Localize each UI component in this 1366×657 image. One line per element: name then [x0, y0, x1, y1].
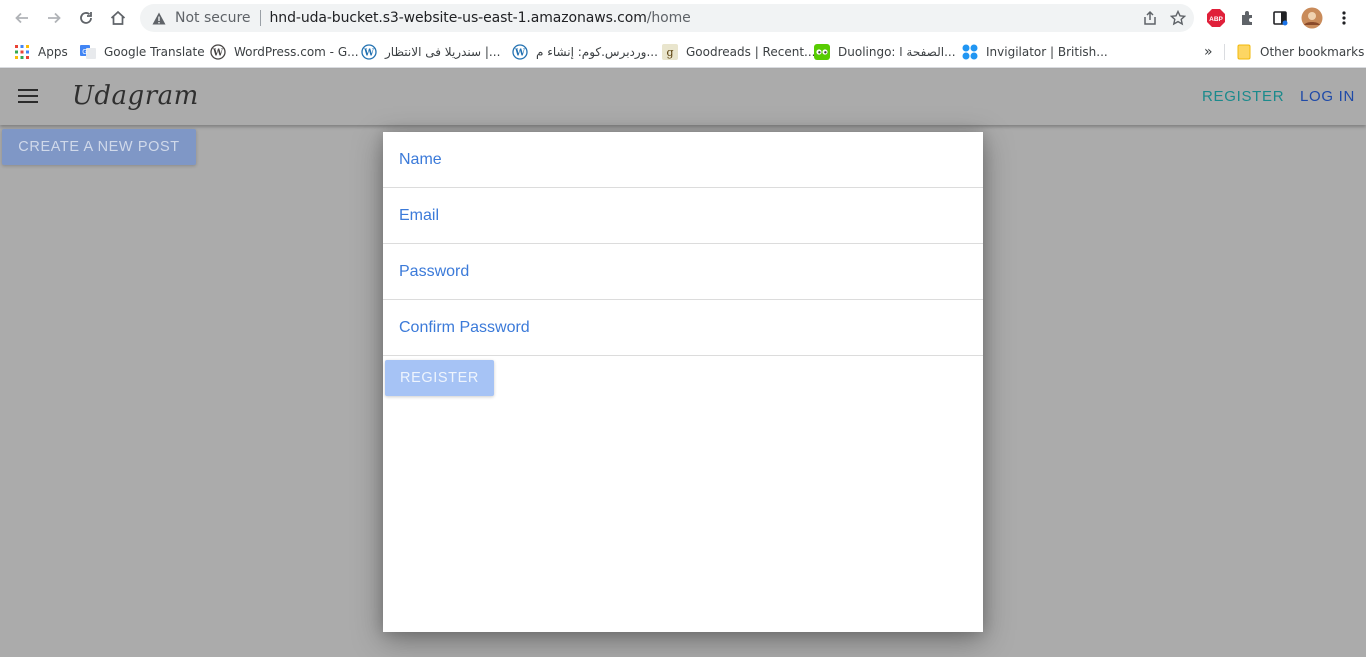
svg-text:W: W: [514, 49, 526, 59]
bookmark-wordpress[interactable]: W WordPress.com - G...: [210, 42, 359, 62]
bookmark-label: Other bookmarks: [1260, 45, 1365, 59]
register-submit-button[interactable]: REGISTER: [385, 360, 494, 396]
url-host: hnd-uda-bucket.s3-website-us-east-1.amaz…: [269, 10, 647, 26]
adblock-plus-icon[interactable]: ABP: [1204, 6, 1228, 30]
name-input[interactable]: [383, 132, 983, 187]
share-icon[interactable]: [1140, 8, 1160, 28]
divider: [1224, 44, 1225, 60]
goodreads-icon: g: [662, 44, 678, 60]
url-path: /home: [646, 10, 691, 26]
bookmark-label: وردبرس.كوم: إنشاء م...: [536, 45, 658, 59]
create-post-button[interactable]: CREATE A NEW POST: [2, 129, 196, 165]
wordpress-icon: W: [210, 44, 226, 60]
svg-text:g: g: [666, 46, 673, 59]
confirm-password-field-row: [383, 300, 983, 356]
bookmark-label: Invigilator | British...: [986, 45, 1108, 59]
home-icon[interactable]: [102, 2, 134, 34]
bookmark-apps[interactable]: Apps: [14, 42, 68, 62]
forward-arrow-icon[interactable]: [38, 2, 70, 34]
bookmark-label: Google Translate: [104, 45, 205, 59]
svg-text:G: G: [82, 49, 87, 56]
apps-grid-icon: [14, 44, 30, 60]
nav-register-link[interactable]: REGISTER: [1202, 88, 1284, 105]
bookmark-label: Goodreads | Recent...: [686, 45, 816, 59]
warning-icon[interactable]: [151, 10, 167, 26]
svg-text:W: W: [363, 49, 375, 59]
bookmarks-bar: Apps G Google Translate W WordPress.com …: [0, 36, 1366, 68]
reading-list-icon[interactable]: [1268, 6, 1292, 30]
password-field-row: [383, 244, 983, 300]
security-status[interactable]: Not secure: [175, 10, 251, 26]
bookmark-star-icon[interactable]: [1168, 8, 1188, 28]
divider: [259, 10, 261, 26]
bookmark-invigilator[interactable]: Invigilator | British...: [962, 42, 1108, 62]
nav-login-link[interactable]: LOG IN: [1300, 88, 1355, 105]
bookmark-cinderella[interactable]: W سندريلا فى الانتظار |...: [361, 42, 500, 62]
duolingo-icon: [814, 44, 830, 60]
bookmarks-overflow-button[interactable]: »: [1204, 42, 1213, 62]
bookmark-goodreads[interactable]: g Goodreads | Recent...: [662, 42, 815, 62]
url-text[interactable]: hnd-uda-bucket.s3-website-us-east-1.amaz…: [270, 10, 691, 26]
confirm-password-input[interactable]: [383, 300, 983, 355]
bookmark-google-translate[interactable]: G Google Translate: [80, 42, 205, 62]
extensions-puzzle-icon[interactable]: [1236, 6, 1260, 30]
folder-icon: [1236, 44, 1252, 60]
bookmark-label: WordPress.com - G...: [234, 45, 359, 59]
app-header: Udagram REGISTER LOG IN: [0, 69, 1366, 125]
hamburger-menu-icon[interactable]: [18, 89, 38, 105]
email-input[interactable]: [383, 188, 983, 243]
password-input[interactable]: [383, 244, 983, 299]
wordpress-icon: W: [512, 44, 528, 60]
bookmark-duolingo[interactable]: Duolingo: الصفحة ا...: [814, 42, 956, 62]
bookmark-label: Duolingo: الصفحة ا...: [838, 45, 956, 59]
bookmark-other[interactable]: Other bookmarks: [1236, 42, 1364, 62]
app-brand[interactable]: Udagram: [72, 81, 199, 111]
browser-menu-icon[interactable]: [1332, 6, 1356, 30]
wordpress-icon: W: [361, 44, 377, 60]
invigilator-icon: [962, 44, 978, 60]
address-bar[interactable]: Not secure hnd-uda-bucket.s3-website-us-…: [140, 4, 1194, 32]
bookmark-wordpress-arabic[interactable]: W وردبرس.كوم: إنشاء م...: [512, 42, 658, 62]
bookmark-label: Apps: [38, 45, 68, 59]
bookmark-label: سندريلا فى الانتظار |...: [385, 45, 501, 59]
browser-toolbar: Not secure hnd-uda-bucket.s3-website-us-…: [0, 0, 1366, 36]
email-field-row: [383, 188, 983, 244]
google-translate-icon: G: [80, 44, 96, 60]
profile-avatar[interactable]: [1300, 6, 1324, 30]
back-arrow-icon[interactable]: [6, 2, 38, 34]
abp-label: ABP: [1209, 16, 1223, 23]
register-dialog: REGISTER: [383, 132, 983, 632]
reload-icon[interactable]: [70, 2, 102, 34]
name-field-row: [383, 132, 983, 188]
svg-text:W: W: [212, 49, 224, 59]
